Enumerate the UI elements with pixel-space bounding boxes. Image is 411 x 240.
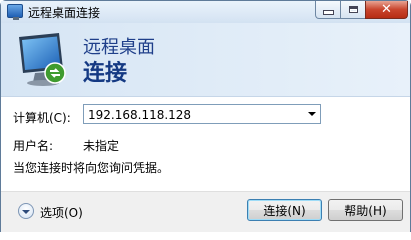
- minimize-button[interactable]: [315, 1, 341, 19]
- chevron-down-icon[interactable]: [303, 105, 320, 123]
- close-button[interactable]: ✕: [365, 1, 408, 19]
- connection-form: 计算机(C): 192.168.118.128 用户名: 未指定 当您连接时将向…: [1, 97, 410, 191]
- computer-label: 计算机(C):: [13, 111, 71, 125]
- minimize-icon: [322, 10, 334, 15]
- computer-value[interactable]: 192.168.118.128: [88, 108, 191, 122]
- expand-options-icon[interactable]: [18, 203, 34, 219]
- connect-button[interactable]: 连接(N): [247, 199, 322, 221]
- options-toggle-label[interactable]: 选项(O): [40, 204, 83, 221]
- username-label: 用户名:: [13, 139, 54, 153]
- username-value: 未指定: [83, 139, 120, 153]
- help-button[interactable]: 帮助(H): [328, 199, 403, 221]
- header-banner: 远程桌面 连接: [1, 23, 410, 97]
- computer-combobox[interactable]: 192.168.118.128: [83, 104, 321, 124]
- maximize-button[interactable]: [340, 1, 366, 19]
- maximize-icon: [348, 6, 358, 13]
- banner-title: 连接: [83, 61, 128, 86]
- monitor-remote-icon: [19, 33, 66, 86]
- title-bar[interactable]: 远程桌面连接 ✕: [1, 1, 410, 23]
- remote-desktop-window: 远程桌面连接 ✕ 远程桌面 连接 计算机(C): 192.168.118.128…: [0, 0, 411, 232]
- credentials-info-text: 当您连接时将向您询问凭据。: [13, 161, 170, 175]
- remote-desktop-icon: [7, 4, 23, 20]
- dialog-footer: 选项(O) 连接(N) 帮助(H): [1, 191, 410, 232]
- close-icon: ✕: [381, 2, 392, 17]
- window-title: 远程桌面连接: [28, 6, 101, 20]
